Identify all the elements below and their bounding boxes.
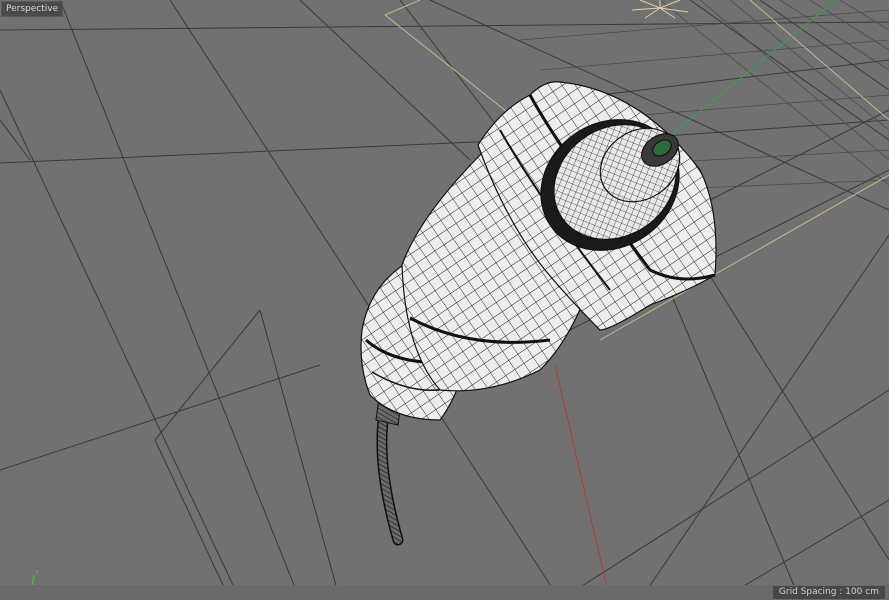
viewport-title[interactable]: Perspective bbox=[1, 1, 64, 17]
light-icon bbox=[631, 0, 689, 19]
grid-spacing-readout: Grid Spacing : 100 cm bbox=[772, 586, 885, 599]
lamp-model bbox=[360, 81, 717, 421]
viewport-status-bar: Grid Spacing : 100 cm bbox=[0, 585, 889, 600]
gizmo-y-label: Y bbox=[34, 569, 40, 577]
viewport-scene[interactable] bbox=[0, 0, 889, 600]
3d-viewport[interactable]: Perspective Y X Grid Spacing : 100 cm bbox=[0, 0, 889, 600]
x-axis-line bbox=[554, 364, 611, 600]
